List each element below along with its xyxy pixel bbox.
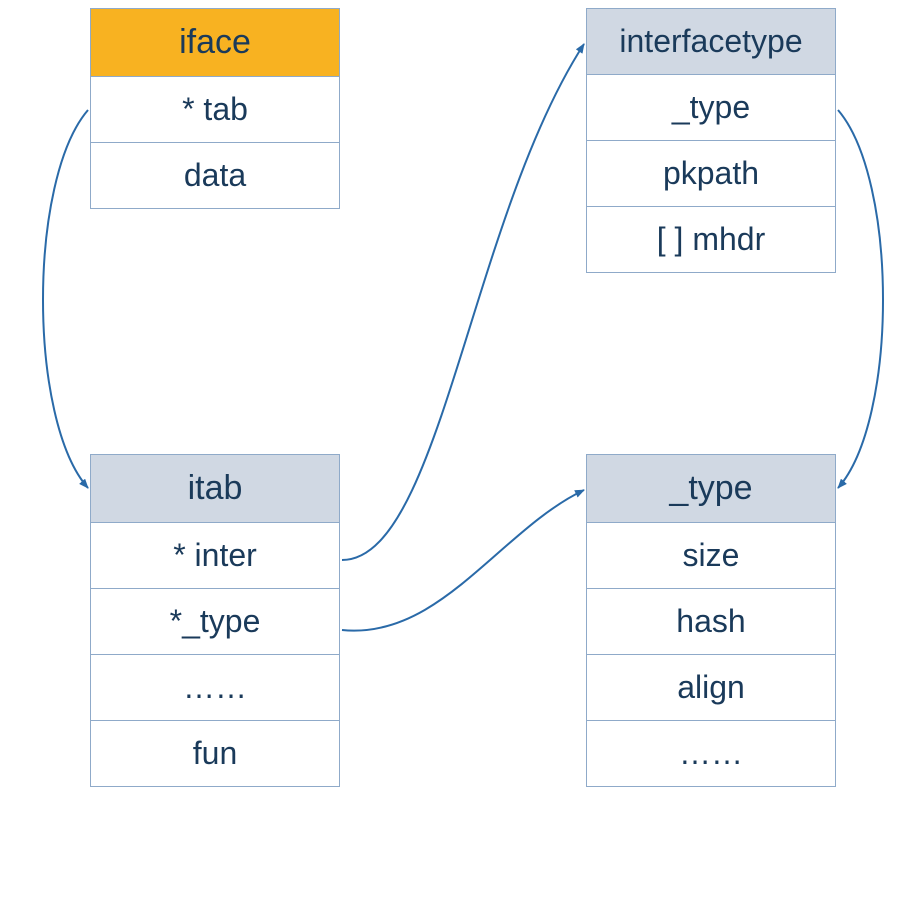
box-itab-row-3: fun	[91, 721, 339, 786]
box-itab-row-2: ……	[91, 655, 339, 721]
box-interfacetype-row-0: _type	[587, 75, 835, 141]
box-itab-row-1: *_type	[91, 589, 339, 655]
box-type-title: _type	[587, 455, 835, 523]
box-iface-title: iface	[91, 9, 339, 77]
box-type-row-1: hash	[587, 589, 835, 655]
box-iface-row-1: data	[91, 143, 339, 208]
box-iface: iface * tab data	[90, 8, 340, 209]
box-type-row-0: size	[587, 523, 835, 589]
box-interfacetype: interfacetype _type pkpath [ ] mhdr	[586, 8, 836, 273]
box-interfacetype-title: interfacetype	[587, 9, 835, 75]
box-interfacetype-row-1: pkpath	[587, 141, 835, 207]
arrow-itab-to-type	[342, 490, 584, 631]
box-itab-title: itab	[91, 455, 339, 523]
box-type: _type size hash align ……	[586, 454, 836, 787]
box-itab-row-0: * inter	[91, 523, 339, 589]
box-interfacetype-row-2: [ ] mhdr	[587, 207, 835, 272]
arrow-interfacetype-to-type	[838, 110, 883, 488]
box-type-row-2: align	[587, 655, 835, 721]
arrow-itab-to-interfacetype	[342, 44, 584, 560]
box-iface-row-0: * tab	[91, 77, 339, 143]
box-type-row-3: ……	[587, 721, 835, 786]
box-itab: itab * inter *_type …… fun	[90, 454, 340, 787]
arrow-iface-to-itab	[43, 110, 88, 488]
